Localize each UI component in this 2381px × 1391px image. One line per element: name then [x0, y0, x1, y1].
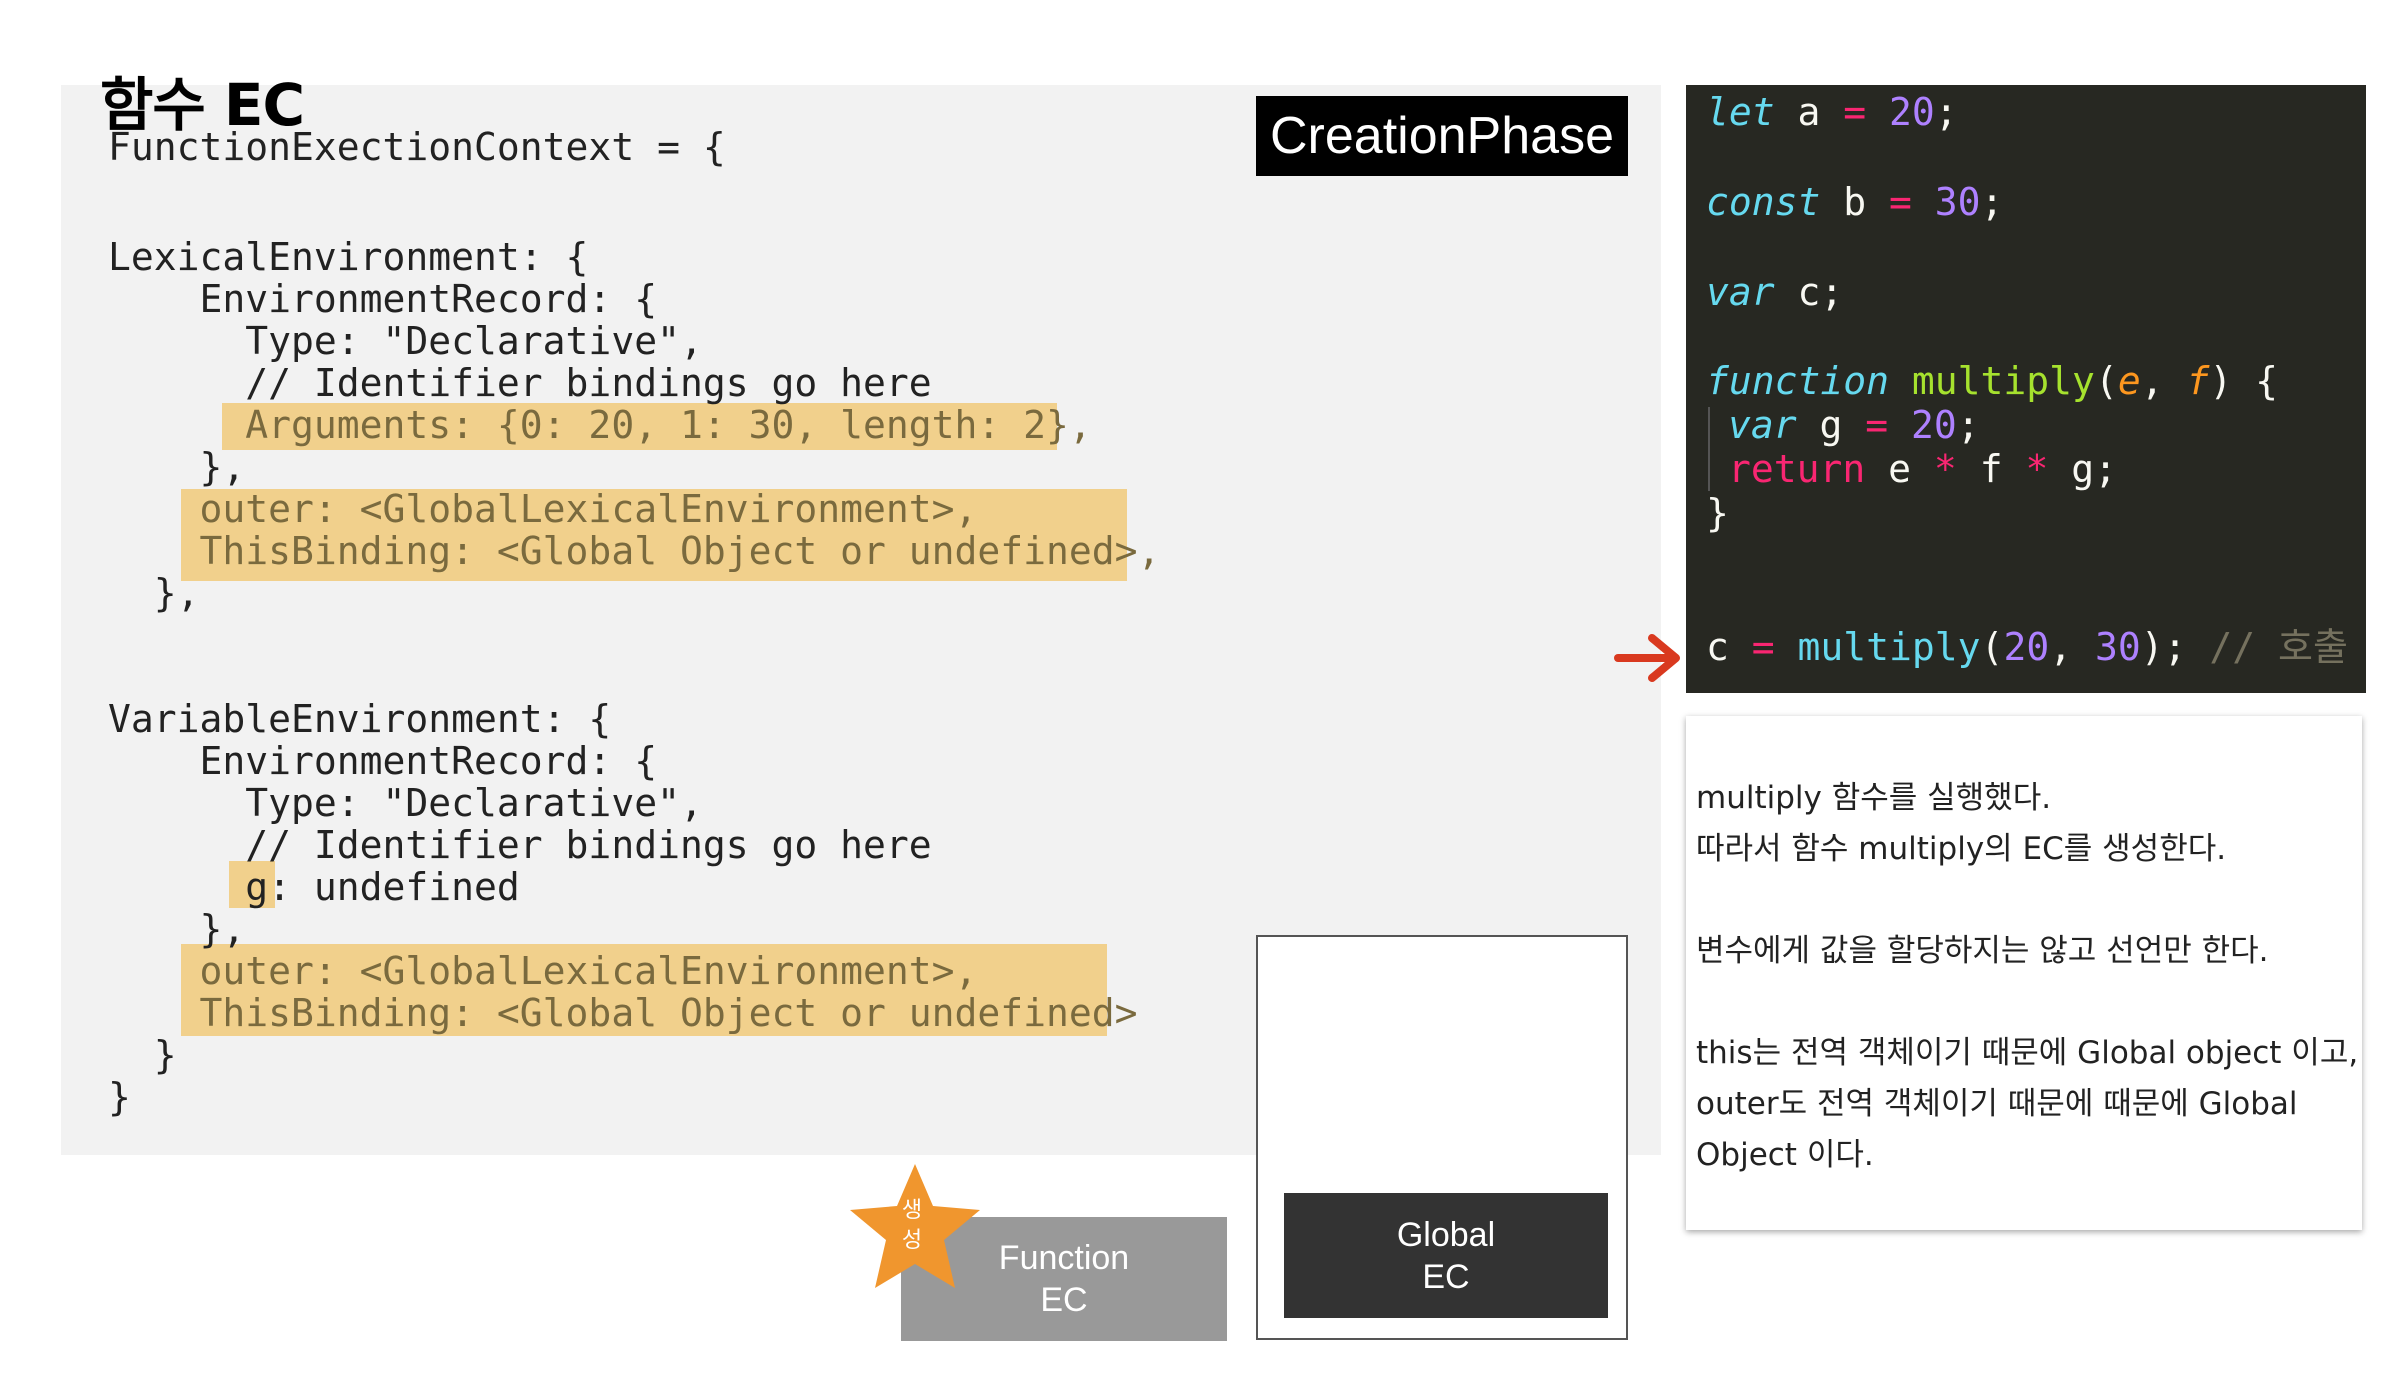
- editor-line: const b = 30;: [1706, 180, 2004, 224]
- explanation-box: multiply 함수를 실행했다. 따라서 함수 multiply의 EC를 …: [1686, 716, 2362, 1230]
- code-line: },: [108, 445, 246, 489]
- code-line: // Identifier bindings go here: [108, 361, 932, 405]
- editor-line: return e * f * g;: [1728, 447, 2117, 491]
- explanation-line: 따라서 함수 multiply의 EC를 생성한다.: [1696, 831, 2227, 867]
- code-line: }: [108, 1033, 177, 1077]
- code-line: VariableEnvironment: {: [108, 697, 612, 741]
- code-line-outer: outer: <GlobalLexicalEnvironment>,: [108, 949, 978, 993]
- code-line: Type: "Declarative",: [108, 319, 703, 363]
- explanation-line: outer도 전역 객체이기 때문에 때문에 Global: [1696, 1086, 2298, 1122]
- code-line: },: [108, 571, 200, 615]
- code-editor: let a = 20; const b = 30; var c; functio…: [1686, 85, 2366, 693]
- editor-line-call: c = multiply(20, 30); // 호출: [1706, 625, 2348, 669]
- code-line: EnvironmentRecord: {: [108, 739, 658, 783]
- indent-guide: [1708, 407, 1710, 491]
- explanation-line: [1696, 875, 2358, 926]
- code-line: }: [108, 1075, 131, 1119]
- code-line: Type: "Declarative",: [108, 781, 703, 825]
- explanation-line: [1696, 977, 2358, 1028]
- editor-line: var g = 20;: [1728, 403, 1980, 447]
- code-line: // Identifier bindings go here: [108, 823, 932, 867]
- explanation-line: this는 전역 객체이기 때문에 Global object 이고,: [1696, 1035, 2359, 1071]
- explanation-line: Object 이다.: [1696, 1137, 1874, 1173]
- code-line-outer: outer: <GlobalLexicalEnvironment>,: [108, 487, 978, 531]
- code-line-thisbinding: ThisBinding: <Global Object or undefined…: [108, 529, 1161, 573]
- creation-phase-label: CreationPhase: [1256, 96, 1628, 176]
- code-line: EnvironmentRecord: {: [108, 277, 658, 321]
- explanation-line: 변수에게 값을 할당하지는 않고 선언만 한다.: [1696, 933, 2269, 969]
- current-line-arrow-icon: [1614, 634, 1680, 682]
- code-line-g: g: undefined: [108, 865, 520, 909]
- editor-line: let a = 20;: [1706, 90, 1958, 134]
- code-line-arguments: Arguments: {0: 20, 1: 30, length: 2},: [108, 403, 1092, 447]
- global-ec-block: Global EC: [1284, 1193, 1608, 1318]
- explanation-line: multiply 함수를 실행했다.: [1696, 780, 2052, 816]
- code-line: LexicalEnvironment: {: [108, 235, 589, 279]
- editor-line: function multiply(e, f) {: [1706, 359, 2279, 403]
- code-line: FunctionExectionContext = {: [108, 125, 726, 169]
- code-line-thisbinding: ThisBinding: <Global Object or undefined…: [108, 991, 1138, 1035]
- editor-line: var c;: [1706, 270, 1844, 314]
- editor-line: }: [1706, 491, 1729, 535]
- code-line: },: [108, 907, 246, 951]
- star-label: 생 성: [901, 1198, 923, 1253]
- code-block: FunctionExectionContext = { LexicalEnviro…: [108, 126, 1160, 1118]
